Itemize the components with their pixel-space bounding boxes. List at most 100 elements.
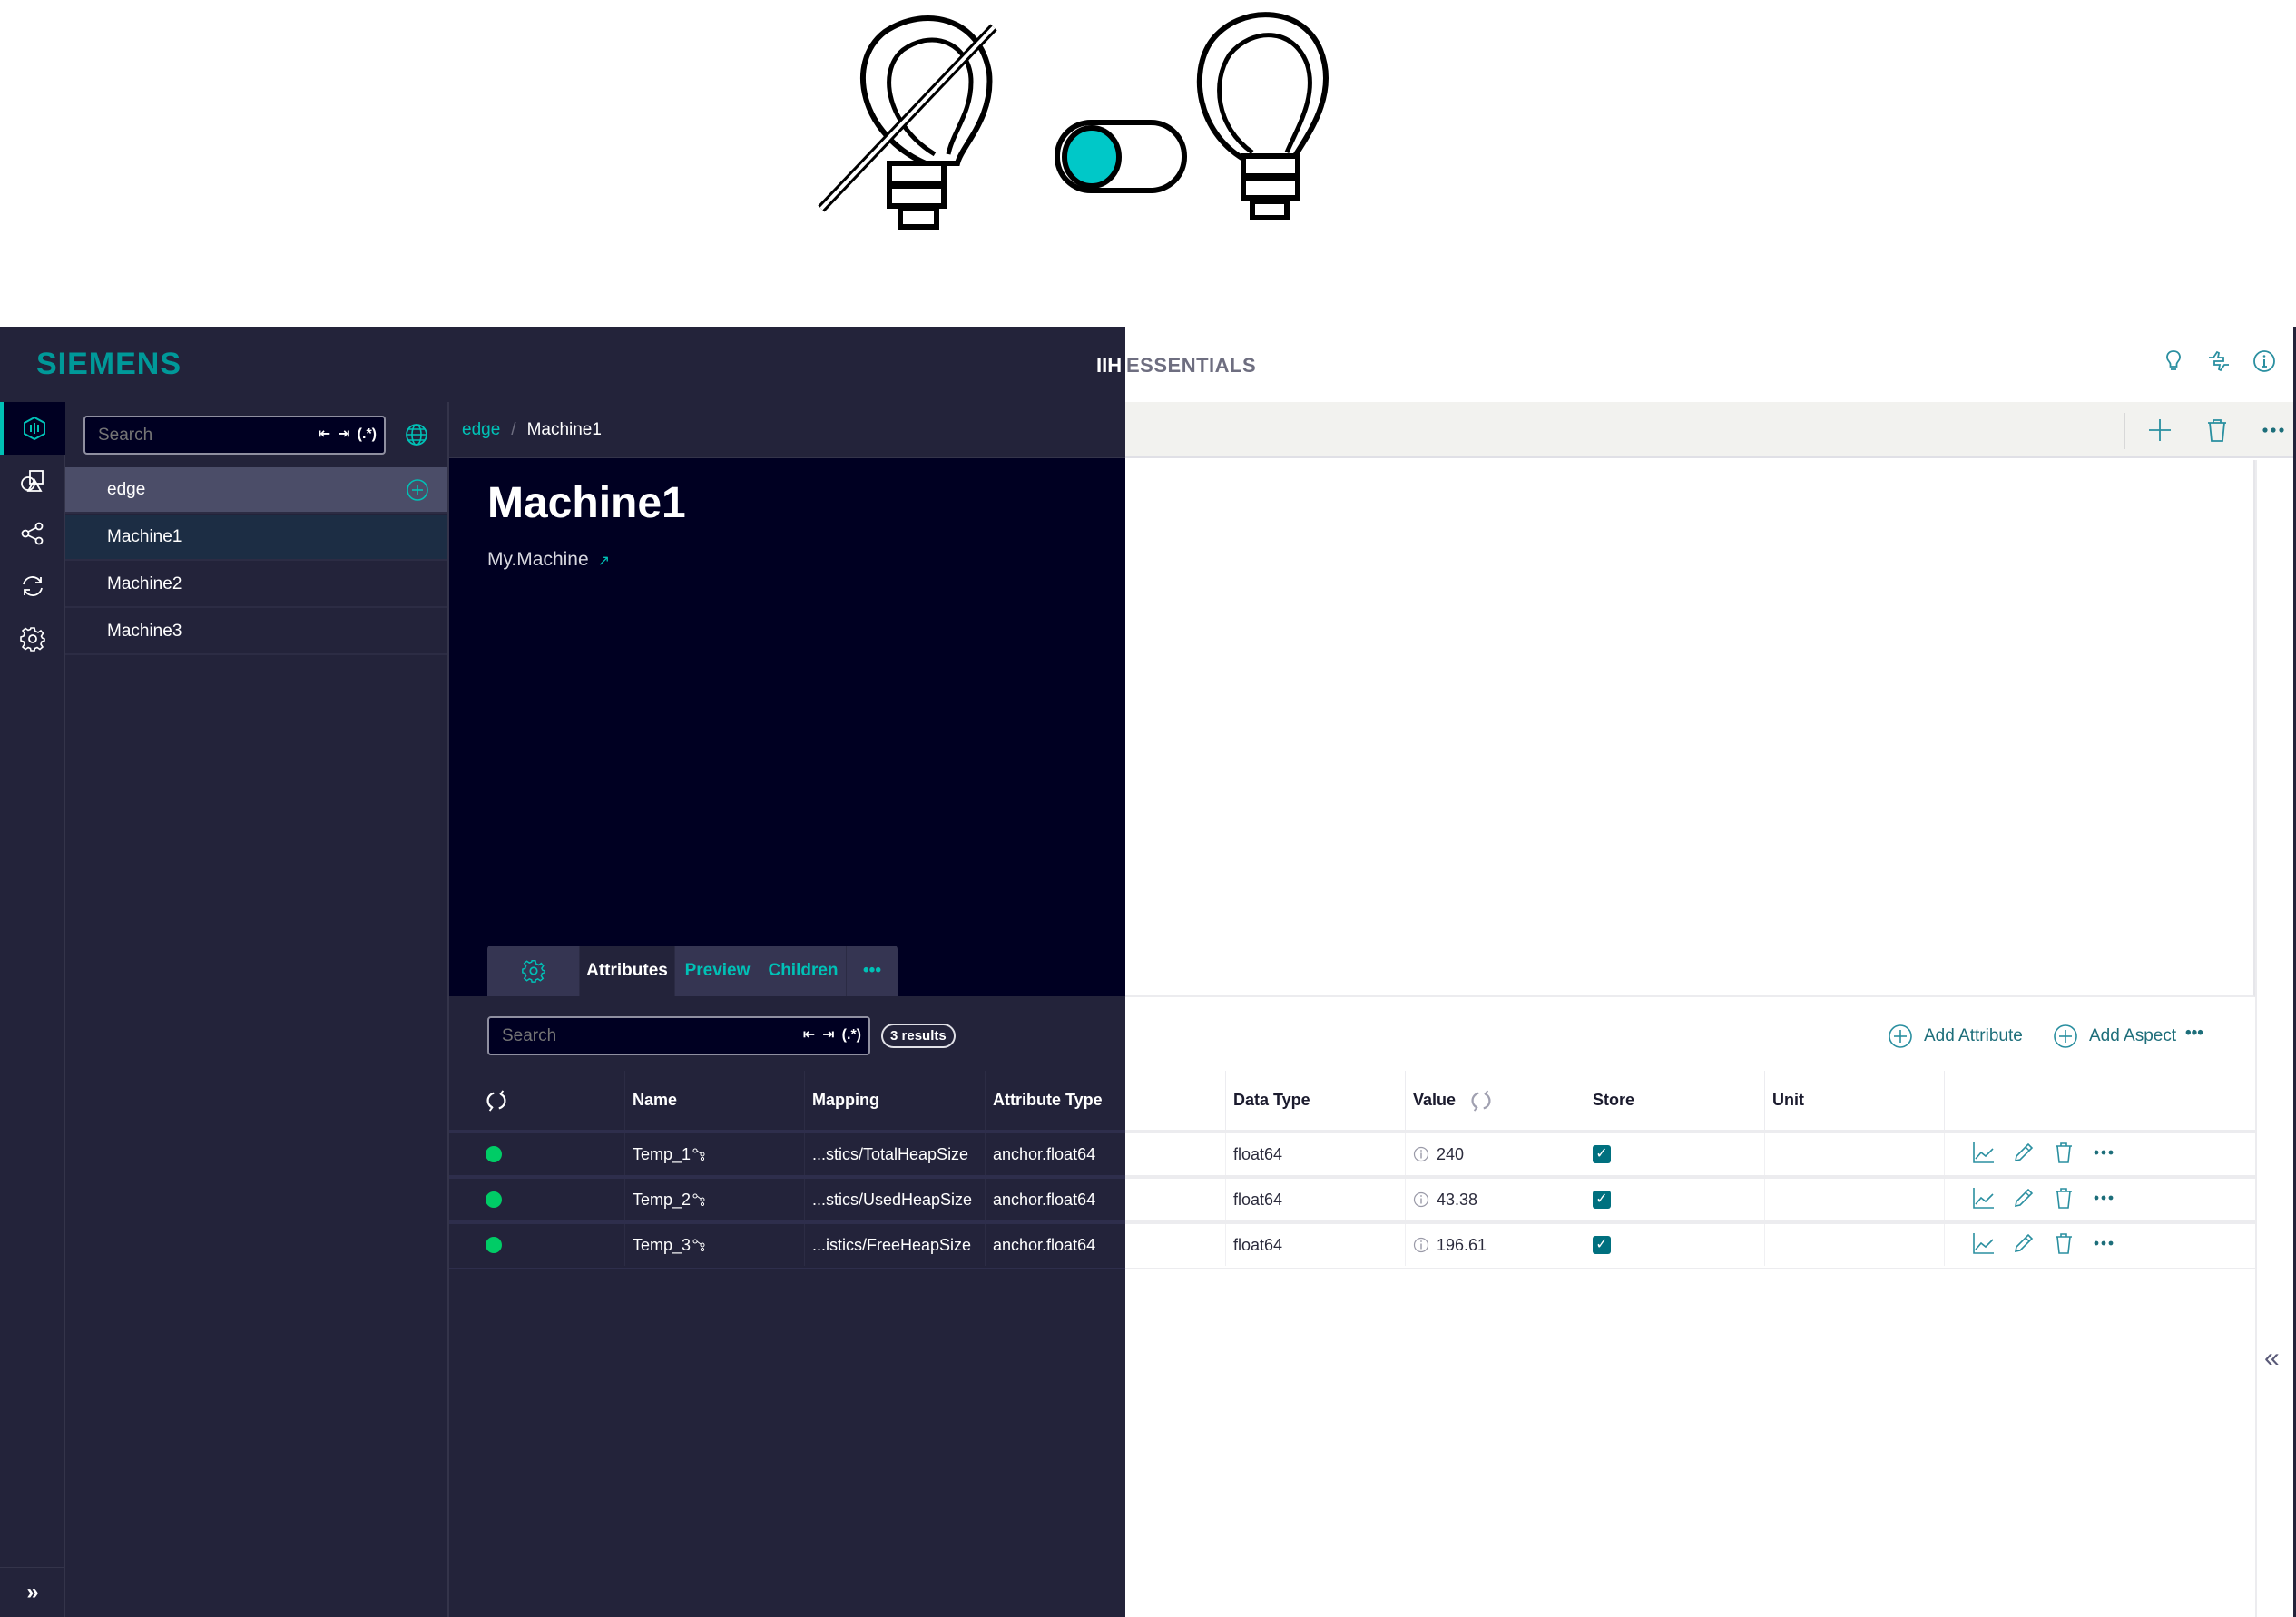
tree-item-machine2[interactable]: Machine2 xyxy=(65,562,447,608)
attribute-name[interactable]: Temp_1 xyxy=(633,1145,691,1164)
settings-icon xyxy=(20,627,45,652)
info-icon[interactable] xyxy=(1413,1191,1429,1208)
add-asset-button[interactable] xyxy=(2146,416,2173,444)
data-type-cell: float64 xyxy=(1225,1133,1405,1175)
results-count-badge: 3 results xyxy=(881,1024,956,1048)
edit-icon[interactable] xyxy=(2012,1231,2036,1259)
page-title: Machine1 xyxy=(487,479,686,527)
col-status[interactable] xyxy=(478,1071,614,1130)
more-icon[interactable] xyxy=(2092,1186,2115,1214)
tree-search-field[interactable]: ⇤ ⇥ (.*) xyxy=(83,416,386,455)
share-icon xyxy=(21,522,44,545)
side-panel-border xyxy=(2255,460,2257,1617)
globe-icon[interactable] xyxy=(404,422,429,447)
app-name-suffix: ESSENTIALS xyxy=(1126,354,1257,377)
status-cell xyxy=(486,1179,622,1220)
collapse-panel-button[interactable]: « xyxy=(2264,1345,2286,1372)
info-icon[interactable] xyxy=(1413,1146,1429,1162)
attribute-name[interactable]: Temp_2 xyxy=(633,1191,691,1210)
delete-icon[interactable] xyxy=(2052,1231,2075,1259)
table-row[interactable]: Temp_3 ...istics/FreeHeapSize anchor.float… xyxy=(449,1220,1125,1266)
tab-attributes[interactable]: Attributes xyxy=(580,946,675,996)
tab-more[interactable]: ••• xyxy=(847,946,898,996)
info-icon[interactable] xyxy=(1413,1237,1429,1253)
trash-icon xyxy=(2208,419,2226,442)
asset-toolbar xyxy=(1125,402,2293,458)
external-link-icon[interactable]: ↗ xyxy=(598,554,610,569)
store-cell: ✓ xyxy=(1585,1224,1764,1266)
name-cell: Temp_3 xyxy=(624,1224,804,1266)
trend-icon[interactable] xyxy=(1972,1231,1996,1259)
collapse-all-icon[interactable]: ⇤ xyxy=(319,426,330,444)
spacer-cell xyxy=(2124,1133,2255,1175)
col-attribute-type[interactable]: Attribute Type xyxy=(985,1071,1125,1130)
col-name[interactable]: Name xyxy=(624,1071,804,1130)
store-checkbox[interactable]: ✓ xyxy=(1593,1191,1611,1209)
more-icon[interactable] xyxy=(2092,1231,2115,1259)
add-child-icon[interactable] xyxy=(406,478,429,502)
tree-search-input[interactable] xyxy=(98,426,289,446)
expand-nav-button[interactable]: » xyxy=(0,1567,65,1617)
table-row[interactable]: Temp_1 ...stics/TotalHeapSize anchor.float… xyxy=(449,1130,1125,1175)
attribute-search-input[interactable] xyxy=(502,1026,692,1046)
table-row[interactable]: float64 43.38 ✓ xyxy=(1125,1175,2255,1220)
tree-item-machine3[interactable]: Machine3 xyxy=(65,609,447,655)
col-unit[interactable]: Unit xyxy=(1764,1071,1944,1130)
col-value[interactable]: Value xyxy=(1405,1071,1585,1130)
more-actions-button[interactable] xyxy=(2260,416,2287,444)
add-aspect-button[interactable]: Add Aspect xyxy=(2053,1024,2176,1049)
lightbulb-icon[interactable] xyxy=(2161,348,2186,374)
expand-all-icon[interactable]: ⇥ xyxy=(338,426,349,444)
col-store[interactable]: Store xyxy=(1585,1071,1764,1130)
asset-model-icon xyxy=(24,416,45,441)
light-on-icon xyxy=(1196,12,1329,220)
attribute-type-cell: anchor.float64 xyxy=(985,1179,1125,1220)
shapes-icon xyxy=(21,470,44,492)
attribute-search-field[interactable]: ⇤ ⇥ (.*) xyxy=(487,1016,870,1055)
edit-icon[interactable] xyxy=(2012,1141,2036,1169)
tab-children[interactable]: Children xyxy=(760,946,847,996)
attribute-name[interactable]: Temp_3 xyxy=(633,1236,691,1255)
asset-type: My.Machine ↗ xyxy=(487,549,610,571)
expand-all-icon[interactable]: ⇥ xyxy=(822,1026,834,1044)
store-checkbox[interactable]: ✓ xyxy=(1593,1236,1611,1254)
tab-settings[interactable] xyxy=(487,946,580,996)
rail-item-asset-model[interactable] xyxy=(0,402,65,455)
toolbar-divider xyxy=(2124,413,2125,449)
tree-item-machine1[interactable]: Machine1 xyxy=(65,514,447,561)
table-row[interactable]: float64 240 ✓ xyxy=(1125,1130,2255,1175)
rail-item-connections[interactable] xyxy=(0,507,65,560)
info-icon[interactable] xyxy=(2252,348,2277,374)
delete-icon[interactable] xyxy=(2052,1141,2075,1169)
regex-icon[interactable]: (.*) xyxy=(842,1026,861,1044)
delete-icon[interactable] xyxy=(2052,1186,2075,1214)
col-mapping[interactable]: Mapping xyxy=(804,1071,985,1130)
feedback-icon[interactable] xyxy=(2206,348,2232,374)
more-icon[interactable] xyxy=(2092,1141,2115,1169)
store-checkbox[interactable]: ✓ xyxy=(1593,1145,1611,1163)
table-row[interactable]: float64 196.61 ✓ xyxy=(1125,1220,2255,1266)
tab-preview[interactable]: Preview xyxy=(675,946,760,996)
add-attribute-button[interactable]: Add Attribute xyxy=(1888,1024,2023,1049)
row-action-icons xyxy=(1972,1186,2115,1214)
rail-item-sync[interactable] xyxy=(0,560,65,612)
regex-icon[interactable]: (.*) xyxy=(358,426,377,444)
refresh-icon[interactable] xyxy=(1470,1089,1492,1112)
collapse-all-icon[interactable]: ⇤ xyxy=(803,1026,815,1044)
edit-icon[interactable] xyxy=(2012,1186,2036,1214)
breadcrumb-root[interactable]: edge xyxy=(462,420,500,440)
rail-item-shapes[interactable] xyxy=(0,455,65,507)
rail-item-settings[interactable] xyxy=(0,612,65,665)
trend-icon[interactable] xyxy=(1972,1141,1996,1169)
col-data-type[interactable]: Data Type xyxy=(1225,1071,1405,1130)
spacer-cell xyxy=(2124,1224,2255,1266)
tree-item-edge[interactable]: edge xyxy=(65,467,447,514)
asset-type-label[interactable]: My.Machine xyxy=(487,549,589,570)
detail-tabs: Attributes Preview Children ••• xyxy=(487,946,898,996)
more-actions-button[interactable]: ••• xyxy=(2185,1024,2203,1044)
table-row[interactable]: Temp_2 ...stics/UsedHeapSize anchor.float6… xyxy=(449,1175,1125,1220)
unit-cell xyxy=(1764,1224,1944,1266)
delete-asset-button[interactable] xyxy=(2203,416,2231,444)
trend-icon[interactable] xyxy=(1972,1186,1996,1214)
breadcrumb-bar: edge / Machine1 xyxy=(449,402,1125,458)
